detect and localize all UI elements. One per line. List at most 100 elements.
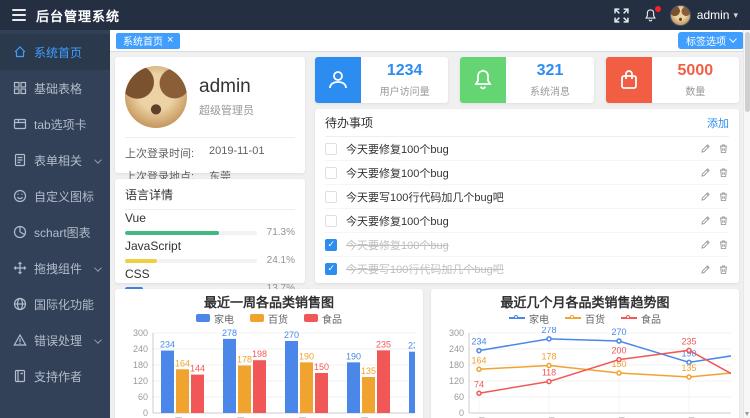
svg-text:120: 120 — [133, 376, 148, 386]
chevron-down-icon — [729, 35, 737, 43]
notification-bell[interactable] — [629, 8, 658, 23]
svg-text:120: 120 — [449, 376, 464, 386]
close-icon[interactable]: × — [167, 35, 173, 46]
sidebar-item-drag[interactable]: 拖拽组件 — [0, 250, 110, 286]
svg-text:0: 0 — [459, 408, 464, 418]
progress-fill — [125, 231, 219, 235]
sidebar-item-label: 系统首页 — [34, 44, 82, 61]
edit-icon[interactable] — [700, 264, 711, 275]
delete-icon[interactable] — [718, 143, 729, 154]
chart-legend: 家电 百货 食品 — [439, 311, 731, 325]
last-login-time-label: 上次登录时间: — [125, 145, 209, 161]
legend-item[interactable]: 百货 — [565, 311, 605, 326]
tab-options-label: 标签选项 — [686, 33, 726, 48]
delete-icon[interactable] — [718, 239, 729, 250]
delete-icon[interactable] — [718, 264, 729, 275]
chart-title: 最近几个月各品类销售趋势图 — [439, 295, 731, 311]
tab-home[interactable]: 系统首页 × — [116, 33, 180, 49]
svg-text:74: 74 — [474, 379, 484, 389]
todo-text: 今天要写100行代码加几个bug吧 — [346, 189, 700, 205]
sidebar-item-label: schart图表 — [34, 224, 91, 241]
todo-checkbox[interactable] — [325, 215, 337, 227]
sidebar-item-label: tab选项卡 — [34, 116, 87, 133]
todo-item: 今天要修复100个bug — [325, 137, 729, 161]
legend-label: 食品 — [641, 311, 661, 326]
todo-checkbox[interactable] — [325, 239, 337, 251]
tab-options-button[interactable]: 标签选项 — [678, 32, 744, 49]
legend-label: 家电 — [529, 311, 549, 326]
svg-text:230: 230 — [408, 341, 415, 351]
todo-item: 今天要写100行代码加几个bug吧 — [325, 257, 729, 281]
todo-checkbox[interactable] — [325, 191, 337, 203]
legend-item[interactable]: 家电 — [509, 311, 549, 326]
weekly-sales-bar-chart-card: 最近一周各品类销售图 家电 百货 食品 060120180240300周一234… — [115, 289, 423, 418]
delete-icon[interactable] — [718, 191, 729, 202]
legend-swatch — [621, 317, 637, 319]
legend-item[interactable]: 食品 — [621, 311, 661, 326]
legend-item[interactable]: 百货 — [250, 311, 288, 326]
legend-item[interactable]: 食品 — [304, 311, 342, 326]
edit-icon[interactable] — [700, 215, 711, 226]
sidebar-item-donate[interactable]: 支持作者 — [0, 358, 110, 394]
sidebar-item-home[interactable]: 系统首页 — [0, 34, 110, 70]
notification-badge — [655, 6, 661, 12]
fullscreen-icon[interactable] — [614, 8, 629, 23]
last-login-time-value: 2019-11-01 — [209, 145, 264, 161]
header-avatar[interactable] — [670, 5, 691, 26]
edit-icon[interactable] — [700, 167, 711, 178]
todo-item: 今天要写100行代码加几个bug吧 — [325, 185, 729, 209]
svg-text:198: 198 — [252, 349, 267, 359]
todo-add-link[interactable]: 添加 — [707, 115, 729, 131]
todo-checkbox[interactable] — [325, 167, 337, 179]
progress-fill — [125, 259, 157, 263]
svg-text:190: 190 — [299, 351, 314, 361]
bar-chart-plot: 060120180240300周一234164144周二278178198周三2… — [123, 327, 415, 418]
svg-text:135: 135 — [681, 363, 696, 373]
vertical-scrollbar[interactable] — [743, 30, 750, 418]
svg-text:180: 180 — [133, 360, 148, 370]
scrollbar-thumb[interactable] — [745, 32, 750, 112]
hamburger-menu-icon[interactable] — [0, 9, 36, 21]
todo-card: 待办事项 添加 今天要修复100个bug — [315, 109, 739, 283]
sidebar-item-errors[interactable]: 错误处理 — [0, 322, 110, 358]
sidebar-item-label: 支持作者 — [34, 368, 82, 385]
legend-swatch — [304, 314, 318, 322]
sidebar-item-label: 表单相关 — [34, 152, 82, 169]
svg-text:135: 135 — [361, 366, 376, 376]
todo-item: 今天要修复100个bug — [325, 233, 729, 257]
todo-title: 待办事项 — [325, 114, 373, 131]
legend-swatch — [565, 317, 581, 319]
edit-icon[interactable] — [700, 191, 711, 202]
sidebar-item-tables[interactable]: 基础表格 — [0, 70, 110, 106]
chart-legend: 家电 百货 食品 — [123, 311, 415, 325]
edit-icon[interactable] — [700, 239, 711, 250]
scrollbar-down-arrow-icon[interactable] — [745, 412, 749, 416]
todo-text: 今天要修复100个bug — [346, 237, 700, 253]
svg-text:300: 300 — [133, 328, 148, 338]
sidebar-item-forms[interactable]: 表单相关 — [0, 142, 110, 178]
todo-checkbox[interactable] — [325, 263, 337, 275]
header-username[interactable]: admin — [697, 8, 730, 22]
delete-icon[interactable] — [718, 215, 729, 226]
tab-bar: 系统首页 × 标签选项 — [110, 30, 750, 52]
sidebar-item-i18n[interactable]: 国际化功能 — [0, 286, 110, 322]
user-menu-caret-icon[interactable]: ▾ — [733, 10, 738, 21]
edit-icon[interactable] — [700, 143, 711, 154]
sidebar-item-schart[interactable]: schart图表 — [0, 214, 110, 250]
stat-value: 1234 — [387, 62, 423, 80]
todo-item: 今天要修复100个bug — [325, 209, 729, 233]
drag-icon — [13, 261, 27, 275]
app-window: 后台管理系统 admin ▾ 系统首页 基础表格 — [0, 0, 750, 418]
todo-checkbox[interactable] — [325, 143, 337, 155]
sidebar-item-tabs[interactable]: tab选项卡 — [0, 106, 110, 142]
tab-icon — [13, 117, 27, 131]
sidebar-item-label: 基础表格 — [34, 80, 82, 97]
bag-icon — [606, 57, 652, 103]
svg-text:164: 164 — [175, 358, 190, 368]
legend-item[interactable]: 家电 — [196, 311, 234, 326]
chevron-down-icon — [94, 264, 102, 272]
svg-text:278: 278 — [541, 327, 556, 335]
svg-text:235: 235 — [681, 336, 696, 346]
delete-icon[interactable] — [718, 167, 729, 178]
sidebar-item-custom-icons[interactable]: 自定义图标 — [0, 178, 110, 214]
